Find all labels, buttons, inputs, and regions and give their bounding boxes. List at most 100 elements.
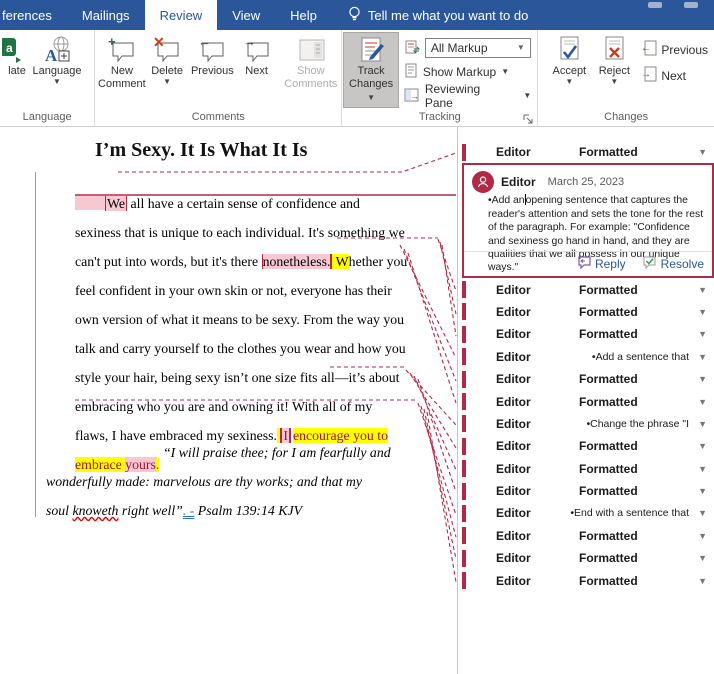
- accept-button[interactable]: Accept ▼: [546, 33, 592, 86]
- word-window: ferences Mailings Review View Help Tell …: [0, 0, 714, 674]
- svg-text:→: →: [410, 91, 419, 101]
- comment-text: •Add an: [488, 195, 525, 206]
- previous-comment-button[interactable]: ← Previous: [188, 33, 237, 78]
- tell-me-box[interactable]: Tell me what you want to do: [338, 0, 538, 30]
- chevron-down-icon[interactable]: ▼: [698, 147, 707, 157]
- document-quote[interactable]: “I will praise thee; for I am fearfully …: [46, 438, 476, 525]
- chevron-down-icon[interactable]: ▼: [698, 441, 707, 451]
- language-button[interactable]: A Language ▼: [32, 33, 82, 86]
- revision-row[interactable]: Editor•Add a sentence that▼: [458, 346, 714, 368]
- show-markup-button[interactable]: Show Markup ▼: [404, 62, 531, 82]
- revision-bar: [462, 303, 466, 320]
- new-comment-label2: Comment: [98, 78, 146, 91]
- tab-references[interactable]: ferences: [0, 0, 67, 30]
- revision-bar: [462, 460, 466, 477]
- reply-icon: [576, 256, 591, 272]
- show-comments-button[interactable]: Show Comments: [282, 33, 339, 91]
- revision-row[interactable]: EditorFormatted▼: [458, 435, 714, 457]
- chevron-down-icon[interactable]: ▼: [698, 352, 707, 362]
- reviewing-pane-button[interactable]: → Reviewing Pane ▼: [404, 86, 531, 106]
- tab-review[interactable]: Review: [145, 0, 218, 30]
- revision-row[interactable]: EditorFormatted▼: [458, 458, 714, 480]
- chevron-down-icon[interactable]: ▼: [698, 285, 707, 295]
- display-for-review-select[interactable]: All Markup ▼: [425, 38, 531, 58]
- revision-change: •Add a sentence that: [592, 351, 689, 363]
- revision-row[interactable]: EditorFormatted▼: [458, 368, 714, 390]
- chevron-down-icon[interactable]: ▼: [698, 329, 707, 339]
- comment-author: Editor: [501, 175, 536, 189]
- reviewing-pane-icon: →: [404, 87, 420, 106]
- tell-me-label: Tell me what you want to do: [368, 8, 528, 23]
- group-changes: Accept ▼ Reject ▼ ← Previous: [538, 30, 714, 126]
- new-comment-label: New: [111, 65, 133, 78]
- reply-button[interactable]: Reply: [576, 256, 626, 272]
- group-tracking: Track Changes ▼ All Markup ▼: [342, 30, 538, 126]
- delete-comment-button[interactable]: ✕ Delete ▼: [146, 33, 187, 86]
- revision-change: Formatted: [579, 395, 638, 409]
- svg-text:→: →: [641, 69, 651, 80]
- revision-bar: [462, 527, 466, 544]
- revision-row[interactable]: Editor•Change the phrase "I▼: [458, 413, 714, 435]
- tab-view[interactable]: View: [217, 0, 275, 30]
- chevron-down-icon[interactable]: ▼: [698, 374, 707, 384]
- tab-mailings[interactable]: Mailings: [67, 0, 145, 30]
- chevron-down-icon[interactable]: ▼: [698, 419, 707, 429]
- svg-text:a: a: [6, 41, 13, 55]
- previous-change-label: Previous: [661, 43, 708, 57]
- revision-change: •Change the phrase "I: [586, 418, 689, 430]
- track-changes-button[interactable]: Track Changes ▼: [344, 33, 398, 107]
- reject-button[interactable]: Reject ▼: [592, 33, 636, 86]
- revision-row[interactable]: EditorFormatted▼: [458, 323, 714, 345]
- new-comment-button[interactable]: + New Comment: [97, 33, 146, 91]
- next-comment-button[interactable]: → Next: [237, 33, 276, 78]
- revision-change: Formatted: [579, 327, 638, 341]
- revision-row[interactable]: Editor•End with a sentence that▼: [458, 502, 714, 524]
- text-segment: embracing who you are and owning it! Wit…: [75, 399, 372, 414]
- group-label-tracking: Tracking: [342, 110, 537, 126]
- highlight-pink-box: nonetheless.: [262, 254, 333, 269]
- document-paragraph[interactable]: We all have a certain sense of confidenc…: [75, 189, 495, 479]
- chevron-down-icon[interactable]: ▼: [698, 397, 707, 407]
- next-change-button[interactable]: → Next: [640, 66, 708, 86]
- revision-row[interactable]: EditorFormatted▼: [458, 278, 714, 300]
- text-segment: Psalm 139:14 KJV: [194, 503, 302, 518]
- resolve-button[interactable]: Resolve: [642, 256, 704, 272]
- revision-change: Formatted: [579, 145, 638, 159]
- revision-author: Editor: [496, 529, 531, 543]
- chevron-down-icon[interactable]: ▼: [698, 508, 707, 518]
- chevron-down-icon[interactable]: ▼: [698, 531, 707, 541]
- previous-comment-icon: ←: [197, 35, 227, 65]
- revision-author: Editor: [496, 145, 531, 159]
- revision-author: Editor: [496, 305, 531, 319]
- highlight-wavy: knoweth: [72, 503, 118, 518]
- chevron-down-icon[interactable]: ▼: [698, 576, 707, 586]
- text-segment: soul: [46, 503, 72, 518]
- revision-row[interactable]: Editor Formatted ▼: [458, 141, 714, 163]
- tab-help[interactable]: Help: [275, 0, 332, 30]
- chevron-down-icon[interactable]: ▼: [698, 464, 707, 474]
- chevron-down-icon: ▼: [565, 78, 573, 86]
- comment-card[interactable]: Editor March 25, 2023 •Add anopening sen…: [462, 163, 714, 278]
- translate-button[interactable]: a late: [2, 33, 32, 78]
- chevron-down-icon: ▼: [163, 78, 171, 86]
- revision-list-top: Editor Formatted ▼: [458, 141, 714, 163]
- revision-row[interactable]: EditorFormatted▼: [458, 569, 714, 591]
- document-title[interactable]: I’m Sexy. It Is What It Is: [95, 139, 307, 162]
- translate-icon: a: [2, 35, 32, 65]
- revision-row[interactable]: EditorFormatted▼: [458, 525, 714, 547]
- chevron-down-icon[interactable]: ▼: [698, 486, 707, 496]
- highlight-pink-block: [75, 196, 105, 210]
- revision-row[interactable]: EditorFormatted▼: [458, 480, 714, 502]
- revision-row[interactable]: EditorFormatted▼: [458, 547, 714, 569]
- revision-row[interactable]: EditorFormatted▼: [458, 301, 714, 323]
- chevron-down-icon: ▼: [517, 44, 525, 52]
- revision-author: Editor: [496, 439, 531, 453]
- revision-author: Editor: [496, 574, 531, 588]
- revision-row[interactable]: EditorFormatted▼: [458, 390, 714, 412]
- previous-change-button[interactable]: ← Previous: [640, 40, 708, 60]
- tracking-dialog-launcher-icon[interactable]: [523, 112, 534, 123]
- revision-author: Editor: [496, 283, 531, 297]
- chevron-down-icon[interactable]: ▼: [698, 553, 707, 563]
- delete-comment-icon: ✕: [152, 35, 182, 65]
- chevron-down-icon[interactable]: ▼: [698, 307, 707, 317]
